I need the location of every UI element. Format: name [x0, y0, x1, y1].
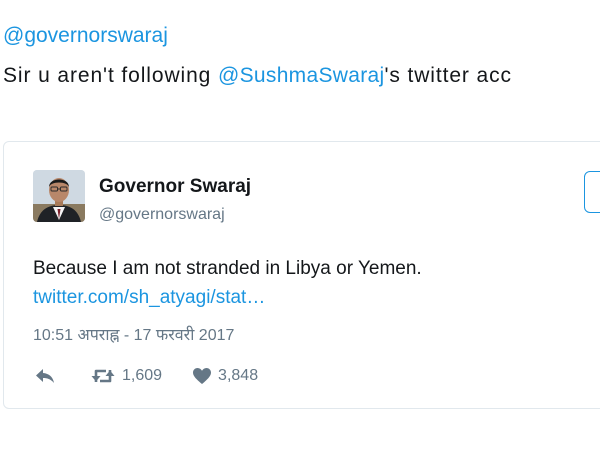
retweet-icon: [91, 369, 115, 383]
display-name[interactable]: Governor Swaraj: [99, 176, 251, 198]
outer-tweet-text: Sir u aren't following @SushmaSwaraj's t…: [3, 64, 512, 88]
tweet-link[interactable]: twitter.com/sh_atyagi/stat…: [33, 287, 265, 309]
outer-tweet-text-end: 's twitter acc: [384, 64, 512, 87]
tweet-text: Because I am not stranded in Libya or Ye…: [33, 258, 422, 279]
like-count: 3,848: [218, 367, 259, 384]
retweet-button[interactable]: 1,609: [90, 367, 162, 385]
reply-to-handle[interactable]: @governorswaraj: [3, 24, 168, 48]
reply-button[interactable]: [34, 367, 56, 385]
username-handle[interactable]: @governorswaraj: [99, 206, 225, 224]
tweet-embed-screenshot: @governorswaraj Sir u aren't following @…: [0, 0, 600, 450]
mention-link[interactable]: @SushmaSwaraj: [218, 64, 384, 87]
follow-button[interactable]: [584, 171, 600, 213]
reply-icon: [36, 369, 54, 383]
tweet-actions: 1,609 3,848: [34, 364, 258, 388]
like-button[interactable]: 3,848: [192, 367, 258, 385]
embedded-tweet-card[interactable]: Governor Swaraj @governorswaraj Because …: [3, 141, 600, 409]
avatar-portrait: [33, 170, 85, 222]
heart-icon: [193, 368, 212, 384]
outer-tweet-text-start: Sir u aren't following: [3, 64, 218, 87]
reply-to-link[interactable]: @governorswaraj: [3, 24, 168, 47]
avatar[interactable]: [33, 170, 85, 222]
retweet-count: 1,609: [122, 367, 163, 384]
timestamp[interactable]: 10:51 अपराह्न - 17 फरवरी 2017: [33, 323, 234, 345]
